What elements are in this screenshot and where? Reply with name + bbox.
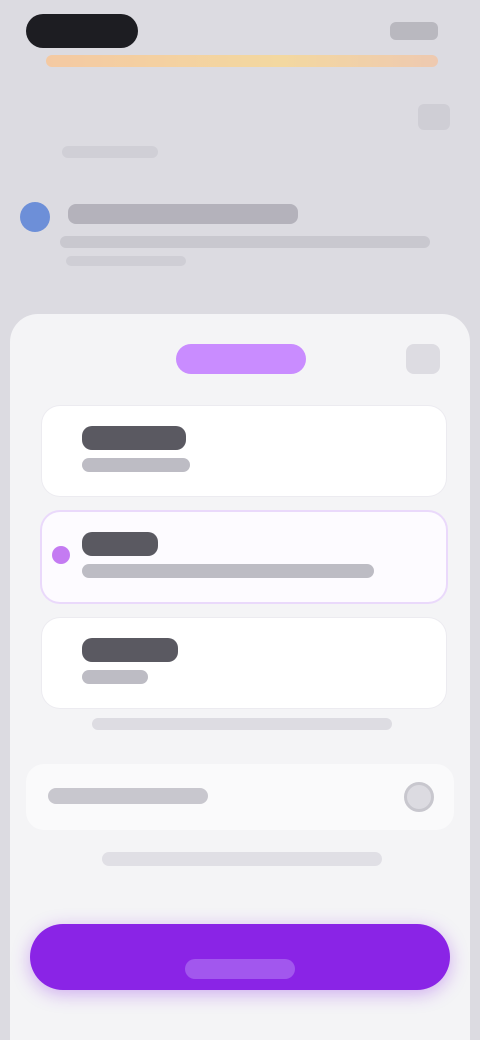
plan-option-1[interactable]: [42, 406, 446, 496]
radio-selected-icon[interactable]: [52, 546, 70, 564]
plan-option-title: [82, 426, 186, 450]
plan-fine-print: [92, 718, 392, 730]
plan-option-2[interactable]: [42, 512, 446, 602]
info-title: [68, 204, 298, 224]
toggle-row[interactable]: [26, 764, 454, 830]
status-bar: [0, 0, 480, 56]
plan-option-subtitle: [82, 564, 374, 578]
gradient-banner: [46, 55, 438, 67]
toggle-label: [48, 788, 208, 804]
info-icon: [20, 202, 50, 232]
sheet-title: [176, 344, 306, 374]
continue-button[interactable]: [30, 924, 450, 990]
continue-button-label: [185, 958, 295, 979]
plan-option-title: [82, 638, 178, 662]
info-description-line-2: [66, 256, 186, 266]
terms-text: [102, 852, 382, 866]
app-screen: [0, 0, 480, 1040]
info-description: [60, 236, 430, 248]
plan-option-subtitle: [82, 458, 190, 472]
plan-option-subtitle: [82, 670, 148, 684]
background-caption: [62, 146, 158, 158]
sheet-close-icon[interactable]: [406, 344, 440, 374]
dynamic-island: [26, 14, 138, 48]
toggle-icon[interactable]: [404, 782, 434, 812]
plan-option-3[interactable]: [42, 618, 446, 708]
battery-icon: [390, 22, 438, 40]
plan-option-title: [82, 532, 158, 556]
background-close-icon[interactable]: [418, 104, 450, 130]
